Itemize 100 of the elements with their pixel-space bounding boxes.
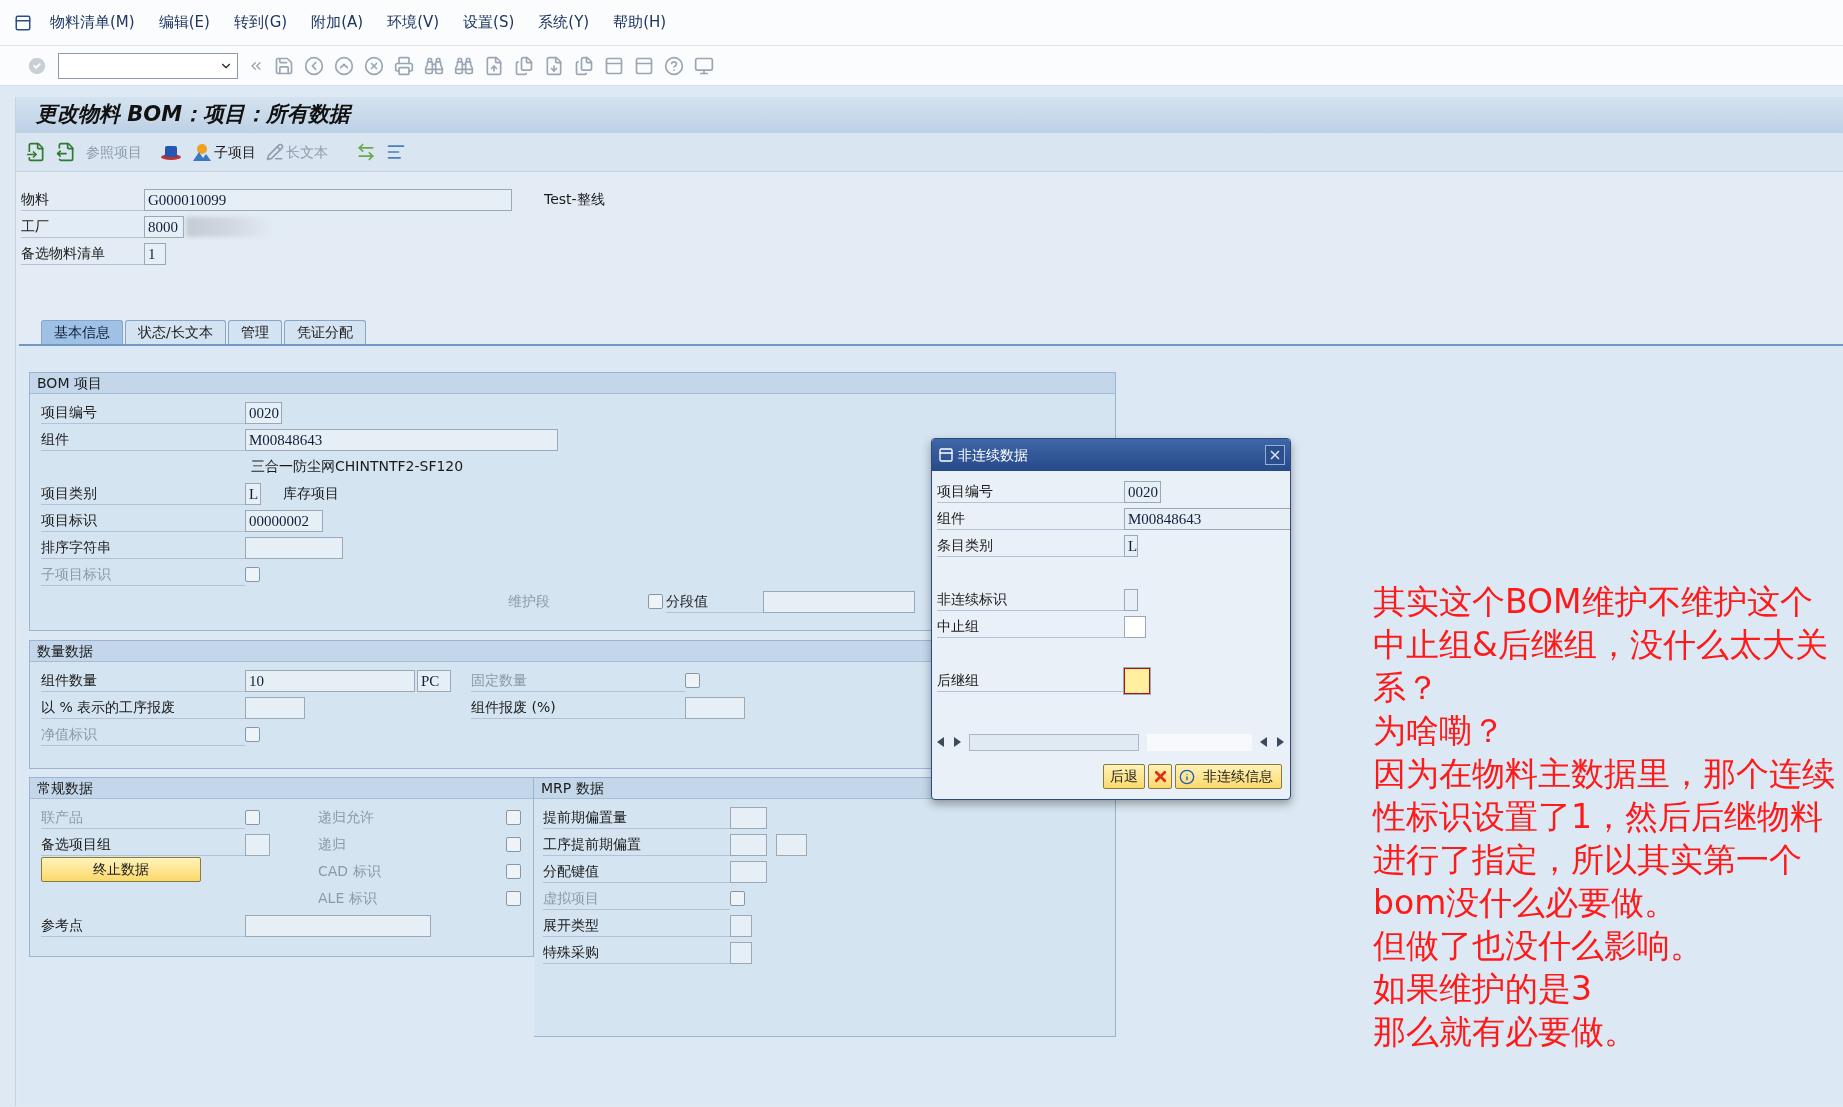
menu-item[interactable]: 环境(V) [387,11,440,34]
save-icon[interactable] [274,55,294,76]
swap-icon[interactable] [356,142,376,162]
tab[interactable]: 状态/长文本 [125,320,226,344]
hat-icon[interactable] [160,143,182,161]
input-field[interactable]: 0020 [245,402,282,424]
annotation-text: 但做了也没什么影响。 [1373,925,1704,967]
input-field[interactable] [1124,668,1150,694]
field-label: 维护段 [508,592,551,611]
cancel-button[interactable] [1148,764,1172,789]
toolbar-button[interactable]: 子项目 [192,141,256,163]
page-icon[interactable] [514,55,534,76]
menu-item[interactable]: 附加(A) [311,11,364,34]
menu-item[interactable]: 编辑(E) [158,11,210,34]
input-field[interactable]: M00848643 [245,429,558,451]
window-icon[interactable] [604,55,624,76]
input-field[interactable] [245,537,343,559]
info-icon [1179,768,1195,785]
input-field[interactable]: G000010099 [144,189,512,211]
checkbox[interactable] [648,594,663,609]
input-field[interactable] [730,861,767,883]
import-icon[interactable] [26,142,46,162]
annotation-text: 那么就有必要做。 [1373,1011,1638,1053]
input-field[interactable] [245,834,270,856]
menu-item[interactable]: 转到(G) [233,11,288,34]
input-field[interactable] [685,697,745,719]
page-up-icon[interactable] [484,55,504,76]
menu-item[interactable]: 设置(S) [463,11,515,34]
back-button[interactable]: 后退 [1103,764,1145,789]
field-label: 组件 [41,428,245,451]
binoculars-icon[interactable] [424,55,444,76]
input-field[interactable] [245,697,305,719]
field-label: 联产品 [41,806,245,829]
field-label: 参考点 [41,914,245,937]
input-field[interactable] [730,942,752,964]
input-field[interactable]: L [245,483,261,505]
field-label: ALE 标识 [318,889,378,908]
command-field[interactable] [58,52,238,79]
menu-item[interactable]: 物料清单(M) [50,11,135,34]
field-label: 组件数量 [41,669,245,692]
discontinuation-info-button[interactable]: 非连续信息 [1175,764,1282,789]
pages-icon[interactable] [574,55,594,76]
annotation-text: 因为在物料主数据里，那个连续性标识设置了1，然后后继物料进行了指定，所以其实第一个bom没什么必要做。 [1373,753,1835,924]
field-label: 子项目标识 [41,563,245,586]
group-title: BOM 项目 [30,373,1115,394]
window-menu-icon[interactable] [14,13,32,32]
screen-title: 更改物料 BOM：项目：所有数据 [36,101,351,129]
input-field[interactable] [776,834,807,856]
printer-icon[interactable] [394,55,414,76]
input-field[interactable] [245,915,431,937]
binoculars-plus-icon[interactable] [454,55,474,76]
scroll-right-icon[interactable] [1276,737,1284,747]
page-down-icon[interactable] [544,55,564,76]
input-field[interactable]: 10 [245,670,415,692]
menu-item[interactable]: 系统(Y) [538,11,590,34]
stop-data-button[interactable]: 终止数据 [41,857,201,882]
input-field[interactable] [730,834,767,856]
input-field[interactable] [730,915,752,937]
back-circle-icon[interactable] [304,55,324,76]
help-icon[interactable] [664,55,684,76]
input-field[interactable] [1124,589,1138,611]
input-field[interactable]: 0020 [1124,481,1161,503]
input-field[interactable]: PC [417,670,451,692]
close-button[interactable] [1265,445,1285,465]
group-title: 常规数据 [30,778,533,799]
field-label: 项目标识 [41,509,245,532]
cancel-circle-icon[interactable] [364,55,384,76]
field-label: 项目编号 [41,401,245,424]
field-label: 备选项目组 [41,833,245,856]
input-field[interactable] [1124,616,1146,638]
input-field[interactable]: L [1124,535,1138,557]
tab[interactable]: 凭证分配 [283,320,366,344]
up-circle-icon[interactable] [334,55,354,76]
check-icon[interactable] [26,54,48,77]
field-label: 虚拟项目 [543,887,730,910]
input-field[interactable]: 1 [144,243,166,265]
input-field[interactable]: 8000 [144,216,184,238]
window-icon[interactable] [634,55,654,76]
window-menu-icon[interactable] [938,447,954,463]
field-label: 递归允许 [318,808,375,827]
field-label: 固定数量 [471,669,685,692]
tab[interactable]: 管理 [227,320,282,344]
monitor-icon[interactable] [694,55,714,76]
scroll-left-icon[interactable] [1260,737,1268,747]
input-field[interactable]: 00000002 [245,510,323,532]
tab[interactable]: 基本信息 [41,320,123,344]
scroll-right-icon[interactable] [953,737,961,747]
input-field[interactable] [730,807,767,829]
export-icon[interactable] [56,142,76,162]
category-text: 库存项目 [283,484,339,503]
field-label: 排序字符串 [41,536,245,559]
menu-item[interactable]: 帮助(H) [613,11,667,34]
annotation-text: 其实这个BOM维护不维护这个中止组&后继组，没什么太大关系？ [1373,581,1829,709]
field-label: 递归 [318,835,347,854]
input-field[interactable]: M00848643 [1124,508,1290,530]
scroll-left-icon[interactable] [937,737,945,747]
field-label: 项目类别 [41,482,245,505]
input-field[interactable] [763,591,915,613]
field-label: CAD 标识 [318,862,382,881]
scrollbar-thumb[interactable] [969,733,1139,751]
